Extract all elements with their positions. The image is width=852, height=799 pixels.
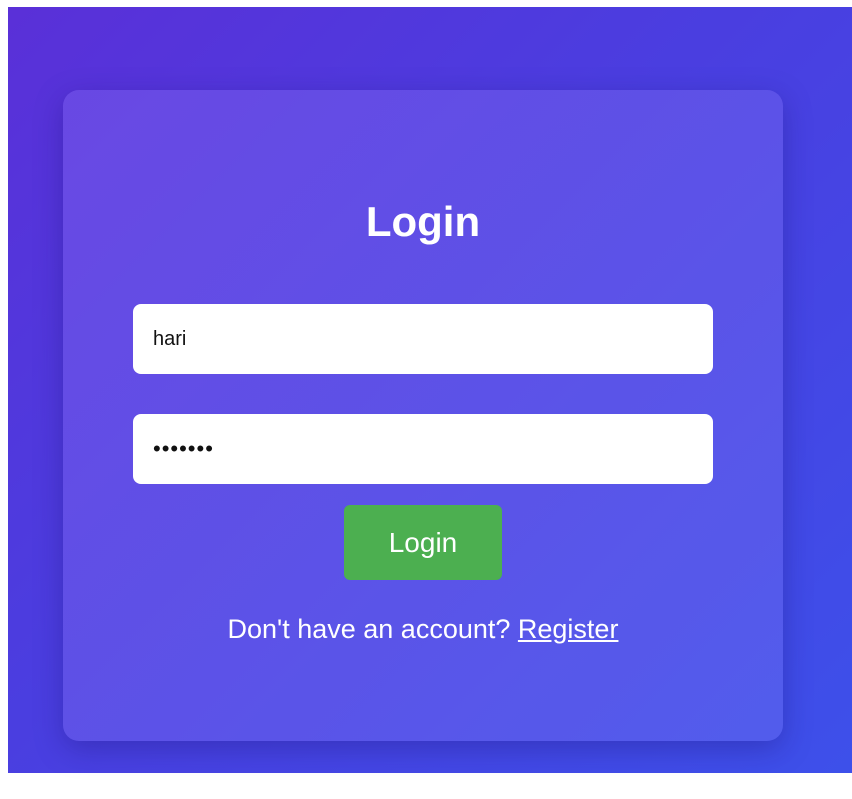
login-card: Login Login Don't have an account? Regis… xyxy=(63,90,783,741)
register-prompt-text: Don't have an account? xyxy=(227,614,511,644)
page-background: Login Login Don't have an account? Regis… xyxy=(8,7,852,773)
password-input[interactable] xyxy=(133,414,713,484)
login-title: Login xyxy=(365,198,481,245)
register-link[interactable]: Register xyxy=(518,614,619,644)
login-button[interactable]: Login xyxy=(344,505,502,580)
username-input[interactable] xyxy=(133,304,713,374)
register-prompt-line: Don't have an account? Register xyxy=(63,612,783,646)
